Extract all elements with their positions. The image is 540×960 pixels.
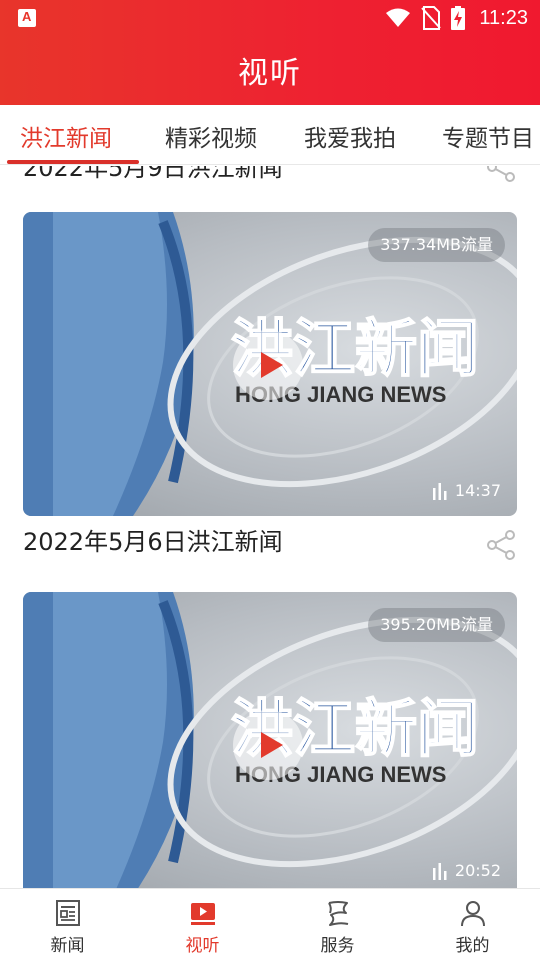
video-duration: 20:52 xyxy=(431,861,501,880)
nav-news[interactable]: 新闻 xyxy=(0,889,135,960)
wifi-icon xyxy=(386,8,411,27)
nav-label: 视听 xyxy=(185,936,220,956)
video-title[interactable]: 2022年5月9日洪江新闻 xyxy=(23,166,283,183)
category-tabs: 洪江新闻 精彩视频 我爱我拍 专题节目 xyxy=(0,105,540,165)
status-time: 11:23 xyxy=(479,6,528,29)
no-sim-icon xyxy=(421,6,442,30)
video-duration: 14:37 xyxy=(431,481,501,500)
share-icon[interactable] xyxy=(484,166,518,184)
tab-i-love-shooting[interactable]: 我爱我拍 xyxy=(304,119,396,153)
battery-charging-icon xyxy=(451,6,466,30)
header: 11:23 视听 xyxy=(0,0,540,105)
data-size-badge: 395.20MB流量 xyxy=(368,608,505,642)
video-thumbnail[interactable]: 洪江新闻 HONG JIANG NEWS 337.34MB流量 14:37 xyxy=(23,212,517,516)
nav-label: 新闻 xyxy=(50,936,85,956)
tab-featured-videos[interactable]: 精彩视频 xyxy=(165,119,257,153)
bar-chart-icon xyxy=(432,482,447,500)
nav-label: 服务 xyxy=(320,936,355,956)
nav-services[interactable]: 服务 xyxy=(270,889,405,960)
play-button[interactable] xyxy=(233,710,303,780)
person-icon xyxy=(461,901,485,927)
status-icons: 11:23 xyxy=(385,6,528,30)
data-size-badge: 337.34MB流量 xyxy=(368,228,505,262)
nav-label: 我的 xyxy=(455,936,490,956)
share-icon[interactable] xyxy=(484,528,518,562)
newspaper-icon xyxy=(56,900,80,926)
tab-special-programs[interactable]: 专题节目 xyxy=(442,119,534,153)
bar-chart-icon xyxy=(432,862,447,880)
video-title[interactable]: 2022年5月6日洪江新闻 xyxy=(23,522,283,557)
duration-text: 20:52 xyxy=(454,861,501,880)
page-title: 视听 xyxy=(238,56,302,91)
nav-audiovisual[interactable]: 视听 xyxy=(135,889,270,960)
tab-hongjiang-news[interactable]: 洪江新闻 xyxy=(20,119,112,153)
play-icon xyxy=(261,732,283,758)
video-play-icon xyxy=(191,903,215,925)
duration-text: 14:37 xyxy=(454,481,501,500)
nav-mine[interactable]: 我的 xyxy=(405,889,540,960)
play-button[interactable] xyxy=(233,330,303,400)
video-feed[interactable]: 2022年5月9日洪江新闻 洪江新闻 HONG JIANG NEWS 337.3… xyxy=(0,166,540,888)
scroll-icon xyxy=(328,901,349,926)
play-icon xyxy=(261,352,283,378)
bottom-nav: 新闻 视听 服务 我的 xyxy=(0,888,540,960)
active-tab-indicator xyxy=(7,160,139,164)
app-notification-icon xyxy=(18,9,36,27)
status-bar: 11:23 xyxy=(0,0,540,36)
video-thumbnail[interactable]: 洪江新闻 HONG JIANG NEWS 395.20MB流量 20:52 xyxy=(23,592,517,888)
